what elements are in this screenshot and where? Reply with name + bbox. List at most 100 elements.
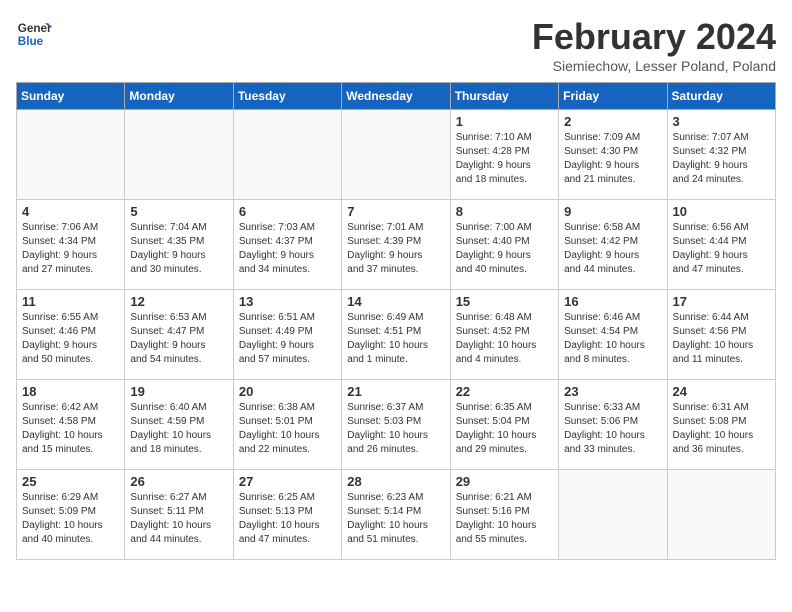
calendar-day-cell bbox=[233, 110, 341, 200]
calendar-day-cell: 20 Sunrise: 6:38 AM Sunset: 5:01 PM Dayli… bbox=[233, 380, 341, 470]
day-info: Sunrise: 6:29 AM Sunset: 5:09 PM Dayligh… bbox=[22, 491, 119, 547]
subtitle: Siemiechow, Lesser Poland, Poland bbox=[532, 58, 776, 74]
calendar-day-cell bbox=[342, 110, 450, 200]
day-info: Sunrise: 7:06 AM Sunset: 4:34 PM Dayligh… bbox=[22, 221, 119, 277]
weekday-header-cell: Sunday bbox=[17, 83, 125, 110]
calendar-week-row: 11Sunrise: 6:55 AM Sunset: 4:46 PM Dayli… bbox=[17, 290, 776, 380]
calendar-day-cell bbox=[667, 470, 775, 560]
calendar-day-cell: 2 Sunrise: 7:09 AM Sunset: 4:30 PM Daylig… bbox=[559, 110, 667, 200]
day-number: 5 bbox=[130, 204, 227, 219]
calendar-day-cell: 24 Sunrise: 6:31 AM Sunset: 5:08 PM Dayli… bbox=[667, 380, 775, 470]
day-number: 6 bbox=[239, 204, 336, 219]
weekday-header-cell: Thursday bbox=[450, 83, 558, 110]
calendar-day-cell: 16 Sunrise: 6:46 AM Sunset: 4:54 PM Dayli… bbox=[559, 290, 667, 380]
day-number: 17 bbox=[673, 294, 770, 309]
calendar-week-row: 4 Sunrise: 7:06 AM Sunset: 4:34 PM Daylig… bbox=[17, 200, 776, 290]
calendar-day-cell: 15Sunrise: 6:48 AM Sunset: 4:52 PM Dayli… bbox=[450, 290, 558, 380]
day-info: Sunrise: 7:09 AM Sunset: 4:30 PM Dayligh… bbox=[564, 131, 661, 187]
calendar-day-cell: 23 Sunrise: 6:33 AM Sunset: 5:06 PM Dayli… bbox=[559, 380, 667, 470]
calendar-day-cell: 21Sunrise: 6:37 AM Sunset: 5:03 PM Dayli… bbox=[342, 380, 450, 470]
calendar-week-row: 1 Sunrise: 7:10 AM Sunset: 4:28 PM Daylig… bbox=[17, 110, 776, 200]
calendar-day-cell: 13Sunrise: 6:51 AM Sunset: 4:49 PM Dayli… bbox=[233, 290, 341, 380]
day-number: 26 bbox=[130, 474, 227, 489]
day-number: 15 bbox=[456, 294, 553, 309]
calendar-day-cell: 3Sunrise: 7:07 AM Sunset: 4:32 PM Daylig… bbox=[667, 110, 775, 200]
day-number: 22 bbox=[456, 384, 553, 399]
day-info: Sunrise: 7:04 AM Sunset: 4:35 PM Dayligh… bbox=[130, 221, 227, 277]
calendar-day-cell: 29 Sunrise: 6:21 AM Sunset: 5:16 PM Dayli… bbox=[450, 470, 558, 560]
day-number: 14 bbox=[347, 294, 444, 309]
day-number: 23 bbox=[564, 384, 661, 399]
day-number: 28 bbox=[347, 474, 444, 489]
day-number: 4 bbox=[22, 204, 119, 219]
day-info: Sunrise: 6:42 AM Sunset: 4:58 PM Dayligh… bbox=[22, 401, 119, 457]
day-number: 7 bbox=[347, 204, 444, 219]
calendar-day-cell: 25Sunrise: 6:29 AM Sunset: 5:09 PM Dayli… bbox=[17, 470, 125, 560]
day-info: Sunrise: 6:40 AM Sunset: 4:59 PM Dayligh… bbox=[130, 401, 227, 457]
weekday-header-cell: Friday bbox=[559, 83, 667, 110]
calendar-day-cell: 6 Sunrise: 7:03 AM Sunset: 4:37 PM Daylig… bbox=[233, 200, 341, 290]
calendar-day-cell: 19 Sunrise: 6:40 AM Sunset: 4:59 PM Dayli… bbox=[125, 380, 233, 470]
calendar-day-cell: 1 Sunrise: 7:10 AM Sunset: 4:28 PM Daylig… bbox=[450, 110, 558, 200]
day-number: 1 bbox=[456, 114, 553, 129]
day-number: 24 bbox=[673, 384, 770, 399]
weekday-header-cell: Monday bbox=[125, 83, 233, 110]
day-info: Sunrise: 6:25 AM Sunset: 5:13 PM Dayligh… bbox=[239, 491, 336, 547]
day-number: 3 bbox=[673, 114, 770, 129]
day-number: 29 bbox=[456, 474, 553, 489]
day-info: Sunrise: 6:21 AM Sunset: 5:16 PM Dayligh… bbox=[456, 491, 553, 547]
calendar-week-row: 18 Sunrise: 6:42 AM Sunset: 4:58 PM Dayli… bbox=[17, 380, 776, 470]
logo-icon: General Blue bbox=[16, 16, 52, 52]
calendar-day-cell: 10 Sunrise: 6:56 AM Sunset: 4:44 PM Dayli… bbox=[667, 200, 775, 290]
calendar-day-cell: 7 Sunrise: 7:01 AM Sunset: 4:39 PM Daylig… bbox=[342, 200, 450, 290]
day-number: 12 bbox=[130, 294, 227, 309]
day-info: Sunrise: 7:10 AM Sunset: 4:28 PM Dayligh… bbox=[456, 131, 553, 187]
day-info: Sunrise: 6:31 AM Sunset: 5:08 PM Dayligh… bbox=[673, 401, 770, 457]
calendar-day-cell: 5 Sunrise: 7:04 AM Sunset: 4:35 PM Daylig… bbox=[125, 200, 233, 290]
day-number: 19 bbox=[130, 384, 227, 399]
day-info: Sunrise: 7:03 AM Sunset: 4:37 PM Dayligh… bbox=[239, 221, 336, 277]
day-info: Sunrise: 6:35 AM Sunset: 5:04 PM Dayligh… bbox=[456, 401, 553, 457]
calendar-day-cell: 18 Sunrise: 6:42 AM Sunset: 4:58 PM Dayli… bbox=[17, 380, 125, 470]
day-info: Sunrise: 6:23 AM Sunset: 5:14 PM Dayligh… bbox=[347, 491, 444, 547]
day-info: Sunrise: 7:00 AM Sunset: 4:40 PM Dayligh… bbox=[456, 221, 553, 277]
day-info: Sunrise: 6:56 AM Sunset: 4:44 PM Dayligh… bbox=[673, 221, 770, 277]
day-number: 18 bbox=[22, 384, 119, 399]
calendar-day-cell: 8 Sunrise: 7:00 AM Sunset: 4:40 PM Daylig… bbox=[450, 200, 558, 290]
day-number: 27 bbox=[239, 474, 336, 489]
day-number: 2 bbox=[564, 114, 661, 129]
day-number: 21 bbox=[347, 384, 444, 399]
day-number: 16 bbox=[564, 294, 661, 309]
calendar-week-row: 25Sunrise: 6:29 AM Sunset: 5:09 PM Dayli… bbox=[17, 470, 776, 560]
calendar-day-cell: 11Sunrise: 6:55 AM Sunset: 4:46 PM Dayli… bbox=[17, 290, 125, 380]
day-info: Sunrise: 6:38 AM Sunset: 5:01 PM Dayligh… bbox=[239, 401, 336, 457]
day-info: Sunrise: 6:46 AM Sunset: 4:54 PM Dayligh… bbox=[564, 311, 661, 367]
weekday-header-cell: Saturday bbox=[667, 83, 775, 110]
calendar-day-cell: 26 Sunrise: 6:27 AM Sunset: 5:11 PM Dayli… bbox=[125, 470, 233, 560]
calendar-day-cell: 9 Sunrise: 6:58 AM Sunset: 4:42 PM Daylig… bbox=[559, 200, 667, 290]
logo: General Blue bbox=[16, 16, 52, 52]
day-number: 11 bbox=[22, 294, 119, 309]
weekday-header-cell: Tuesday bbox=[233, 83, 341, 110]
month-title: February 2024 bbox=[532, 16, 776, 58]
weekday-header-row: SundayMondayTuesdayWednesdayThursdayFrid… bbox=[17, 83, 776, 110]
calendar-day-cell: 27 Sunrise: 6:25 AM Sunset: 5:13 PM Dayli… bbox=[233, 470, 341, 560]
day-info: Sunrise: 6:33 AM Sunset: 5:06 PM Dayligh… bbox=[564, 401, 661, 457]
calendar-day-cell: 28 Sunrise: 6:23 AM Sunset: 5:14 PM Dayli… bbox=[342, 470, 450, 560]
day-number: 9 bbox=[564, 204, 661, 219]
day-info: Sunrise: 6:58 AM Sunset: 4:42 PM Dayligh… bbox=[564, 221, 661, 277]
day-number: 10 bbox=[673, 204, 770, 219]
day-number: 20 bbox=[239, 384, 336, 399]
day-info: Sunrise: 6:53 AM Sunset: 4:47 PM Dayligh… bbox=[130, 311, 227, 367]
day-info: Sunrise: 7:01 AM Sunset: 4:39 PM Dayligh… bbox=[347, 221, 444, 277]
day-info: Sunrise: 6:44 AM Sunset: 4:56 PM Dayligh… bbox=[673, 311, 770, 367]
day-number: 8 bbox=[456, 204, 553, 219]
calendar-body: 1 Sunrise: 7:10 AM Sunset: 4:28 PM Daylig… bbox=[17, 110, 776, 560]
day-number: 13 bbox=[239, 294, 336, 309]
day-info: Sunrise: 6:27 AM Sunset: 5:11 PM Dayligh… bbox=[130, 491, 227, 547]
calendar-day-cell bbox=[125, 110, 233, 200]
title-area: February 2024 Siemiechow, Lesser Poland,… bbox=[532, 16, 776, 74]
calendar-day-cell: 4 Sunrise: 7:06 AM Sunset: 4:34 PM Daylig… bbox=[17, 200, 125, 290]
svg-text:Blue: Blue bbox=[18, 35, 44, 48]
page-header: General Blue February 2024 Siemiechow, L… bbox=[16, 16, 776, 74]
